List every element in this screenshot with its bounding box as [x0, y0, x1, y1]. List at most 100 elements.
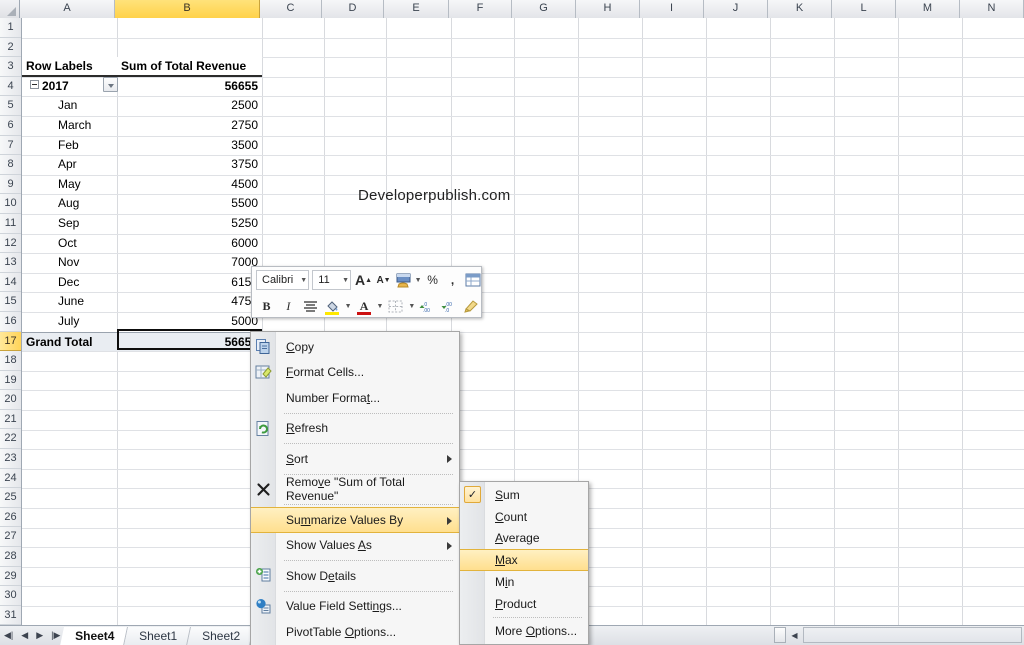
row-header-30[interactable]: 30	[0, 586, 21, 606]
pivot-header-values[interactable]: Sum of Total Revenue	[117, 57, 262, 77]
pivot-item-label[interactable]: May	[22, 175, 117, 195]
pivot-group-total[interactable]: 56655	[117, 77, 262, 97]
row-header-1[interactable]: 1	[0, 18, 21, 38]
row-header-24[interactable]: 24	[0, 468, 21, 489]
row-header-13[interactable]: 13	[0, 253, 21, 273]
pivot-item-value[interactable]: 4750	[117, 292, 262, 312]
row-header-22[interactable]: 22	[0, 429, 21, 450]
row-header-5[interactable]: 5	[0, 96, 21, 116]
row-header-25[interactable]: 25	[0, 488, 21, 508]
row-header-17[interactable]: 17	[0, 331, 21, 352]
last-sheet-button[interactable]: |▶	[51, 631, 60, 640]
row-header-7[interactable]: 7	[0, 135, 21, 156]
row-header-16[interactable]: 16	[0, 311, 21, 332]
column-header-f[interactable]: F	[449, 0, 512, 18]
row-header-19[interactable]: 19	[0, 370, 21, 391]
chevron-down-icon[interactable]: ▼	[375, 296, 384, 317]
scrollbar-track[interactable]	[803, 627, 1022, 643]
row-header-14[interactable]: 14	[0, 272, 21, 293]
row-header-27[interactable]: 27	[0, 527, 21, 548]
row-header-9[interactable]: 9	[0, 174, 21, 195]
column-header-h[interactable]: H	[576, 0, 640, 18]
row-header-2[interactable]: 2	[0, 37, 21, 58]
context-menu-item[interactable]: Remove "Sum of Total Revenue"	[251, 475, 459, 503]
summarize-option[interactable]: ✓ Sum	[460, 484, 588, 506]
pivot-item-value[interactable]: 2500	[117, 96, 262, 116]
pivot-grand-total-value[interactable]: 56655	[117, 331, 262, 352]
row-header-12[interactable]: 12	[0, 233, 21, 254]
row-labels-filter-button[interactable]	[103, 77, 118, 92]
pivot-item-value[interactable]: 5250	[117, 214, 262, 234]
fill-color-icon[interactable]	[322, 296, 343, 317]
summarize-option[interactable]: Count	[460, 506, 588, 528]
mini-format-toolbar[interactable]: Calibri ▼ 11 ▼ A ▲ A ▼ ▼ % , B I ▼ A ▼ ▼…	[251, 266, 482, 318]
italic-icon[interactable]: I	[278, 296, 299, 317]
summarize-option[interactable]: Product	[460, 593, 588, 615]
pivot-item-value[interactable]: 6000	[117, 234, 262, 254]
column-header-k[interactable]: K	[768, 0, 832, 18]
pivot-item-label[interactable]: July	[22, 312, 117, 332]
sheet-tab-sheet1[interactable]: Sheet1	[124, 626, 192, 645]
row-header-10[interactable]: 10	[0, 194, 21, 214]
chevron-down-icon[interactable]: ▼	[407, 296, 416, 317]
chevron-down-icon[interactable]: ▼	[344, 296, 353, 317]
next-sheet-button[interactable]: ▶	[36, 631, 43, 640]
row-header-31[interactable]: 31	[0, 605, 21, 626]
row-header-3[interactable]: 3	[0, 57, 21, 77]
format-painter-icon[interactable]	[461, 296, 482, 317]
shrink-font-icon[interactable]: A ▼	[374, 270, 393, 291]
row-header-29[interactable]: 29	[0, 566, 21, 587]
row-header-6[interactable]: 6	[0, 115, 21, 136]
borders-icon[interactable]	[385, 296, 406, 317]
pivot-item-label[interactable]: Aug	[22, 194, 117, 214]
context-menu-item[interactable]: PivotTable Options...	[251, 619, 459, 645]
prev-sheet-button[interactable]: ◀	[21, 631, 28, 640]
column-header-e[interactable]: E	[384, 0, 449, 18]
pivot-item-label[interactable]: Jan	[22, 96, 117, 116]
pivot-item-value[interactable]: 7000	[117, 253, 262, 273]
horizontal-scrollbar[interactable]: ◀	[772, 625, 1024, 645]
font-color-icon[interactable]: A	[354, 296, 375, 317]
context-menu-item[interactable]: Copy	[251, 334, 459, 360]
context-menu-item[interactable]: Value Field Settings...	[251, 594, 459, 620]
column-header-i[interactable]: I	[640, 0, 704, 18]
summarize-option[interactable]: Min	[460, 571, 588, 593]
percent-format-icon[interactable]: %	[423, 270, 442, 291]
pivot-context-menu[interactable]: Copy Format Cells... Number Format... Refre…	[250, 331, 460, 645]
pivot-item-value[interactable]: 2750	[117, 116, 262, 136]
pivot-item-value[interactable]: 4500	[117, 175, 262, 195]
pivot-grand-total-label[interactable]: Grand Total	[22, 331, 117, 352]
row-header-8[interactable]: 8	[0, 155, 21, 175]
pivot-item-value[interactable]: 5500	[117, 194, 262, 214]
decrease-decimal-icon[interactable]: .00 .0	[439, 296, 460, 317]
font-name-combo[interactable]: Calibri ▼	[256, 270, 310, 290]
summarize-option[interactable]: Average	[460, 528, 588, 550]
group-collapse-toggle[interactable]	[30, 80, 39, 89]
bold-icon[interactable]: B	[256, 296, 277, 317]
column-header-g[interactable]: G	[512, 0, 576, 18]
context-menu-item[interactable]: Show Details	[251, 563, 459, 589]
summarize-option[interactable]: Max	[460, 549, 588, 572]
select-all-corner-button[interactable]	[0, 0, 20, 18]
row-header-20[interactable]: 20	[0, 390, 21, 410]
column-header-l[interactable]: L	[832, 0, 896, 18]
grow-font-icon[interactable]: A ▲	[354, 270, 373, 291]
pivot-item-label[interactable]: Oct	[22, 234, 117, 254]
context-menu-item[interactable]: Sort	[251, 446, 459, 472]
center-align-icon[interactable]	[300, 296, 321, 317]
summarize-values-by-submenu[interactable]: ✓ Sum Count Average Max Min Product More Option…	[459, 481, 589, 645]
scroll-left-arrow-icon[interactable]: ◀	[786, 627, 803, 643]
scrollbar-split-handle[interactable]	[774, 627, 786, 643]
sheet-tab-sheet2[interactable]: Sheet2	[187, 626, 255, 645]
context-menu-item[interactable]: Summarize Values By	[251, 507, 459, 533]
pivot-item-label[interactable]: Apr	[22, 155, 117, 175]
pivot-item-value[interactable]: 6155	[117, 273, 262, 293]
context-menu-item[interactable]: Refresh	[251, 416, 459, 442]
column-header-a[interactable]: A	[20, 0, 115, 18]
context-menu-item[interactable]: Format Cells...	[251, 360, 459, 386]
pivot-item-value[interactable]: 3500	[117, 136, 262, 156]
accounting-number-format-icon[interactable]	[394, 270, 413, 291]
pivot-item-value[interactable]: 3750	[117, 155, 262, 175]
row-header-23[interactable]: 23	[0, 449, 21, 469]
font-size-combo[interactable]: 11 ▼	[312, 270, 352, 290]
